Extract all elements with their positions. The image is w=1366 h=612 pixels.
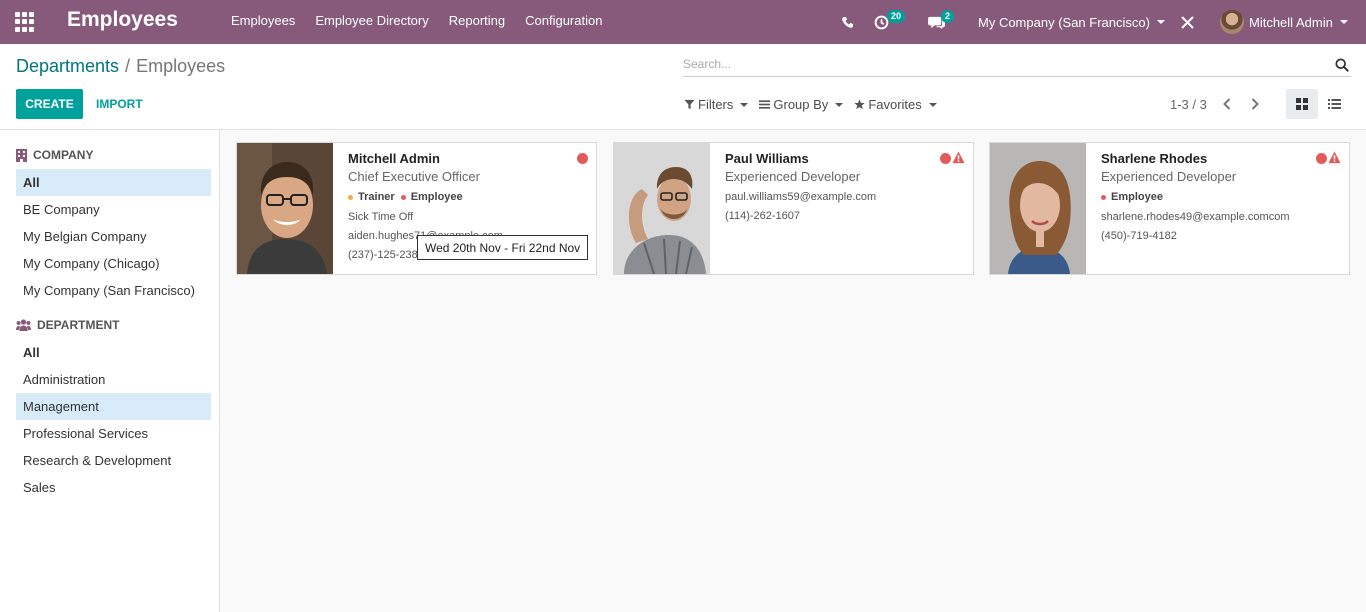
- search-icon[interactable]: [1335, 58, 1349, 72]
- search-input[interactable]: [683, 55, 1323, 73]
- list-bars-icon: [759, 100, 771, 109]
- sidebar-item-sales[interactable]: Sales: [16, 474, 211, 501]
- main-menu: Employees Employee Directory Reporting C…: [231, 13, 622, 28]
- menu-configuration[interactable]: Configuration: [525, 13, 602, 28]
- phone-icon[interactable]: [841, 0, 854, 44]
- menu-reporting[interactable]: Reporting: [449, 13, 505, 28]
- sidebar-item-professional-services[interactable]: Professional Services: [16, 420, 211, 447]
- chevron-left-icon[interactable]: [1219, 96, 1235, 112]
- sidebar-item-administration[interactable]: Administration: [16, 366, 211, 393]
- debug-tools-icon[interactable]: [1181, 0, 1194, 44]
- favorites-label: Favorites: [868, 97, 922, 112]
- breadcrumb-current: Employees: [136, 56, 226, 76]
- company-title-label: COMPANY: [33, 148, 94, 162]
- sidebar-item-department-all[interactable]: All: [16, 339, 211, 366]
- list-icon: [1327, 99, 1341, 109]
- activity-count-badge: 20: [887, 10, 906, 23]
- filters-label: Filters: [698, 97, 734, 112]
- employee-phone: (450)-719-4182: [1101, 230, 1177, 242]
- sidebar-item-research-development[interactable]: Research & Development: [16, 447, 211, 474]
- employee-job-title: Experienced Developer: [725, 169, 861, 184]
- user-name: Mitchell Admin: [1249, 14, 1333, 30]
- menu-employee-directory[interactable]: Employee Directory: [315, 13, 428, 28]
- sidebar-item-company-all[interactable]: All: [16, 169, 211, 196]
- sidebar-item-my-belgian-company[interactable]: My Belgian Company: [16, 223, 211, 250]
- employee-photo: [614, 143, 710, 274]
- presence-status-icon: [1316, 153, 1327, 164]
- kanban-view-button[interactable]: [1286, 89, 1318, 119]
- employee-card[interactable]: Paul Williams Experienced Developer paul…: [613, 142, 974, 275]
- app-title: Employees: [67, 8, 178, 31]
- employee-photo: [237, 143, 333, 274]
- breadcrumb: Departments / Employees: [16, 56, 225, 77]
- employee-job-title: Experienced Developer: [1101, 169, 1237, 184]
- employee-phone: (237)-125-2389: [348, 249, 424, 261]
- building-icon: [16, 148, 27, 162]
- list-view-button[interactable]: [1318, 89, 1350, 119]
- employee-photo: [990, 143, 1086, 274]
- employee-tags: Employee: [1101, 191, 1169, 203]
- tag-employee: Employee: [1101, 191, 1163, 203]
- messages-count-badge: 2: [941, 10, 955, 23]
- search-options: Filters Group By Favorites: [684, 97, 948, 112]
- company-switcher-label: My Company (San Francisco): [978, 14, 1150, 30]
- apps-menu-icon[interactable]: [15, 12, 35, 32]
- breadcrumb-separator: /: [125, 56, 131, 76]
- department-title-label: DEPARTMENT: [37, 318, 120, 332]
- warning-icon: [1328, 151, 1341, 164]
- employee-email: paul.williams59@example.com: [725, 191, 877, 203]
- chevron-down-icon: [740, 102, 749, 107]
- department-section-title: DEPARTMENT: [16, 318, 119, 332]
- employee-tags: Trainer Employee: [348, 191, 469, 203]
- menu-employees[interactable]: Employees: [231, 13, 295, 28]
- employee-name: Sharlene Rhodes: [1101, 151, 1208, 166]
- sidebar-item-my-company-san-francisco[interactable]: My Company (San Francisco): [16, 277, 211, 304]
- employee-phone: (114)-262-1607: [725, 210, 801, 222]
- employee-leave-status: Sick Time Off: [348, 211, 414, 223]
- pager-value[interactable]: 1-3 / 3: [1170, 97, 1207, 112]
- kanban-grid-icon: [1296, 98, 1308, 110]
- avatar: [1220, 10, 1244, 34]
- users-icon: [16, 319, 31, 331]
- employee-card[interactable]: Sharlene Rhodes Experienced Developer Em…: [989, 142, 1350, 275]
- tag-trainer: Trainer: [348, 191, 395, 203]
- chevron-down-icon: [835, 102, 844, 107]
- group-by-dropdown[interactable]: Group By: [759, 97, 844, 112]
- employee-name: Paul Williams: [725, 151, 809, 166]
- employee-name: Mitchell Admin: [348, 151, 440, 166]
- chevron-right-icon[interactable]: [1247, 96, 1263, 112]
- favorites-dropdown[interactable]: Favorites: [854, 97, 937, 112]
- presence-status-icon: [577, 153, 588, 164]
- sidebar-item-be-company[interactable]: BE Company: [16, 196, 211, 223]
- messages-icon[interactable]: [928, 0, 945, 44]
- create-button[interactable]: CREATE: [16, 89, 83, 119]
- group-by-label: Group By: [773, 97, 829, 112]
- employee-job-title: Chief Executive Officer: [348, 169, 480, 184]
- chevron-down-icon: [928, 102, 937, 107]
- presence-status-icon: [940, 153, 951, 164]
- chevron-down-icon: [1339, 20, 1348, 24]
- import-button[interactable]: IMPORT: [96, 97, 143, 111]
- filters-dropdown[interactable]: Filters: [684, 97, 749, 112]
- top-navbar: Employees Employees Employee Directory R…: [0, 0, 1366, 44]
- filter-icon: [684, 99, 695, 110]
- leave-dates-tooltip: Wed 20th Nov - Fri 22nd Nov: [417, 235, 589, 260]
- activity-icon[interactable]: [874, 0, 889, 44]
- tag-employee: Employee: [400, 191, 463, 203]
- warning-icon: [952, 151, 965, 164]
- user-menu[interactable]: Mitchell Admin: [1220, 0, 1348, 44]
- employee-email: sharlene.rhodes49@example.comcom: [1101, 211, 1290, 223]
- sidebar-item-my-company-chicago[interactable]: My Company (Chicago): [16, 250, 211, 277]
- company-switcher[interactable]: My Company (San Francisco): [978, 0, 1165, 44]
- sidebar-item-management[interactable]: Management: [16, 393, 211, 420]
- company-section-title: COMPANY: [16, 148, 93, 162]
- star-icon: [854, 99, 865, 110]
- search-panel-sidebar: COMPANY All BE Company My Belgian Compan…: [0, 130, 220, 612]
- chevron-down-icon: [1156, 20, 1165, 24]
- breadcrumb-departments[interactable]: Departments: [16, 56, 119, 76]
- search-bar: [683, 53, 1351, 77]
